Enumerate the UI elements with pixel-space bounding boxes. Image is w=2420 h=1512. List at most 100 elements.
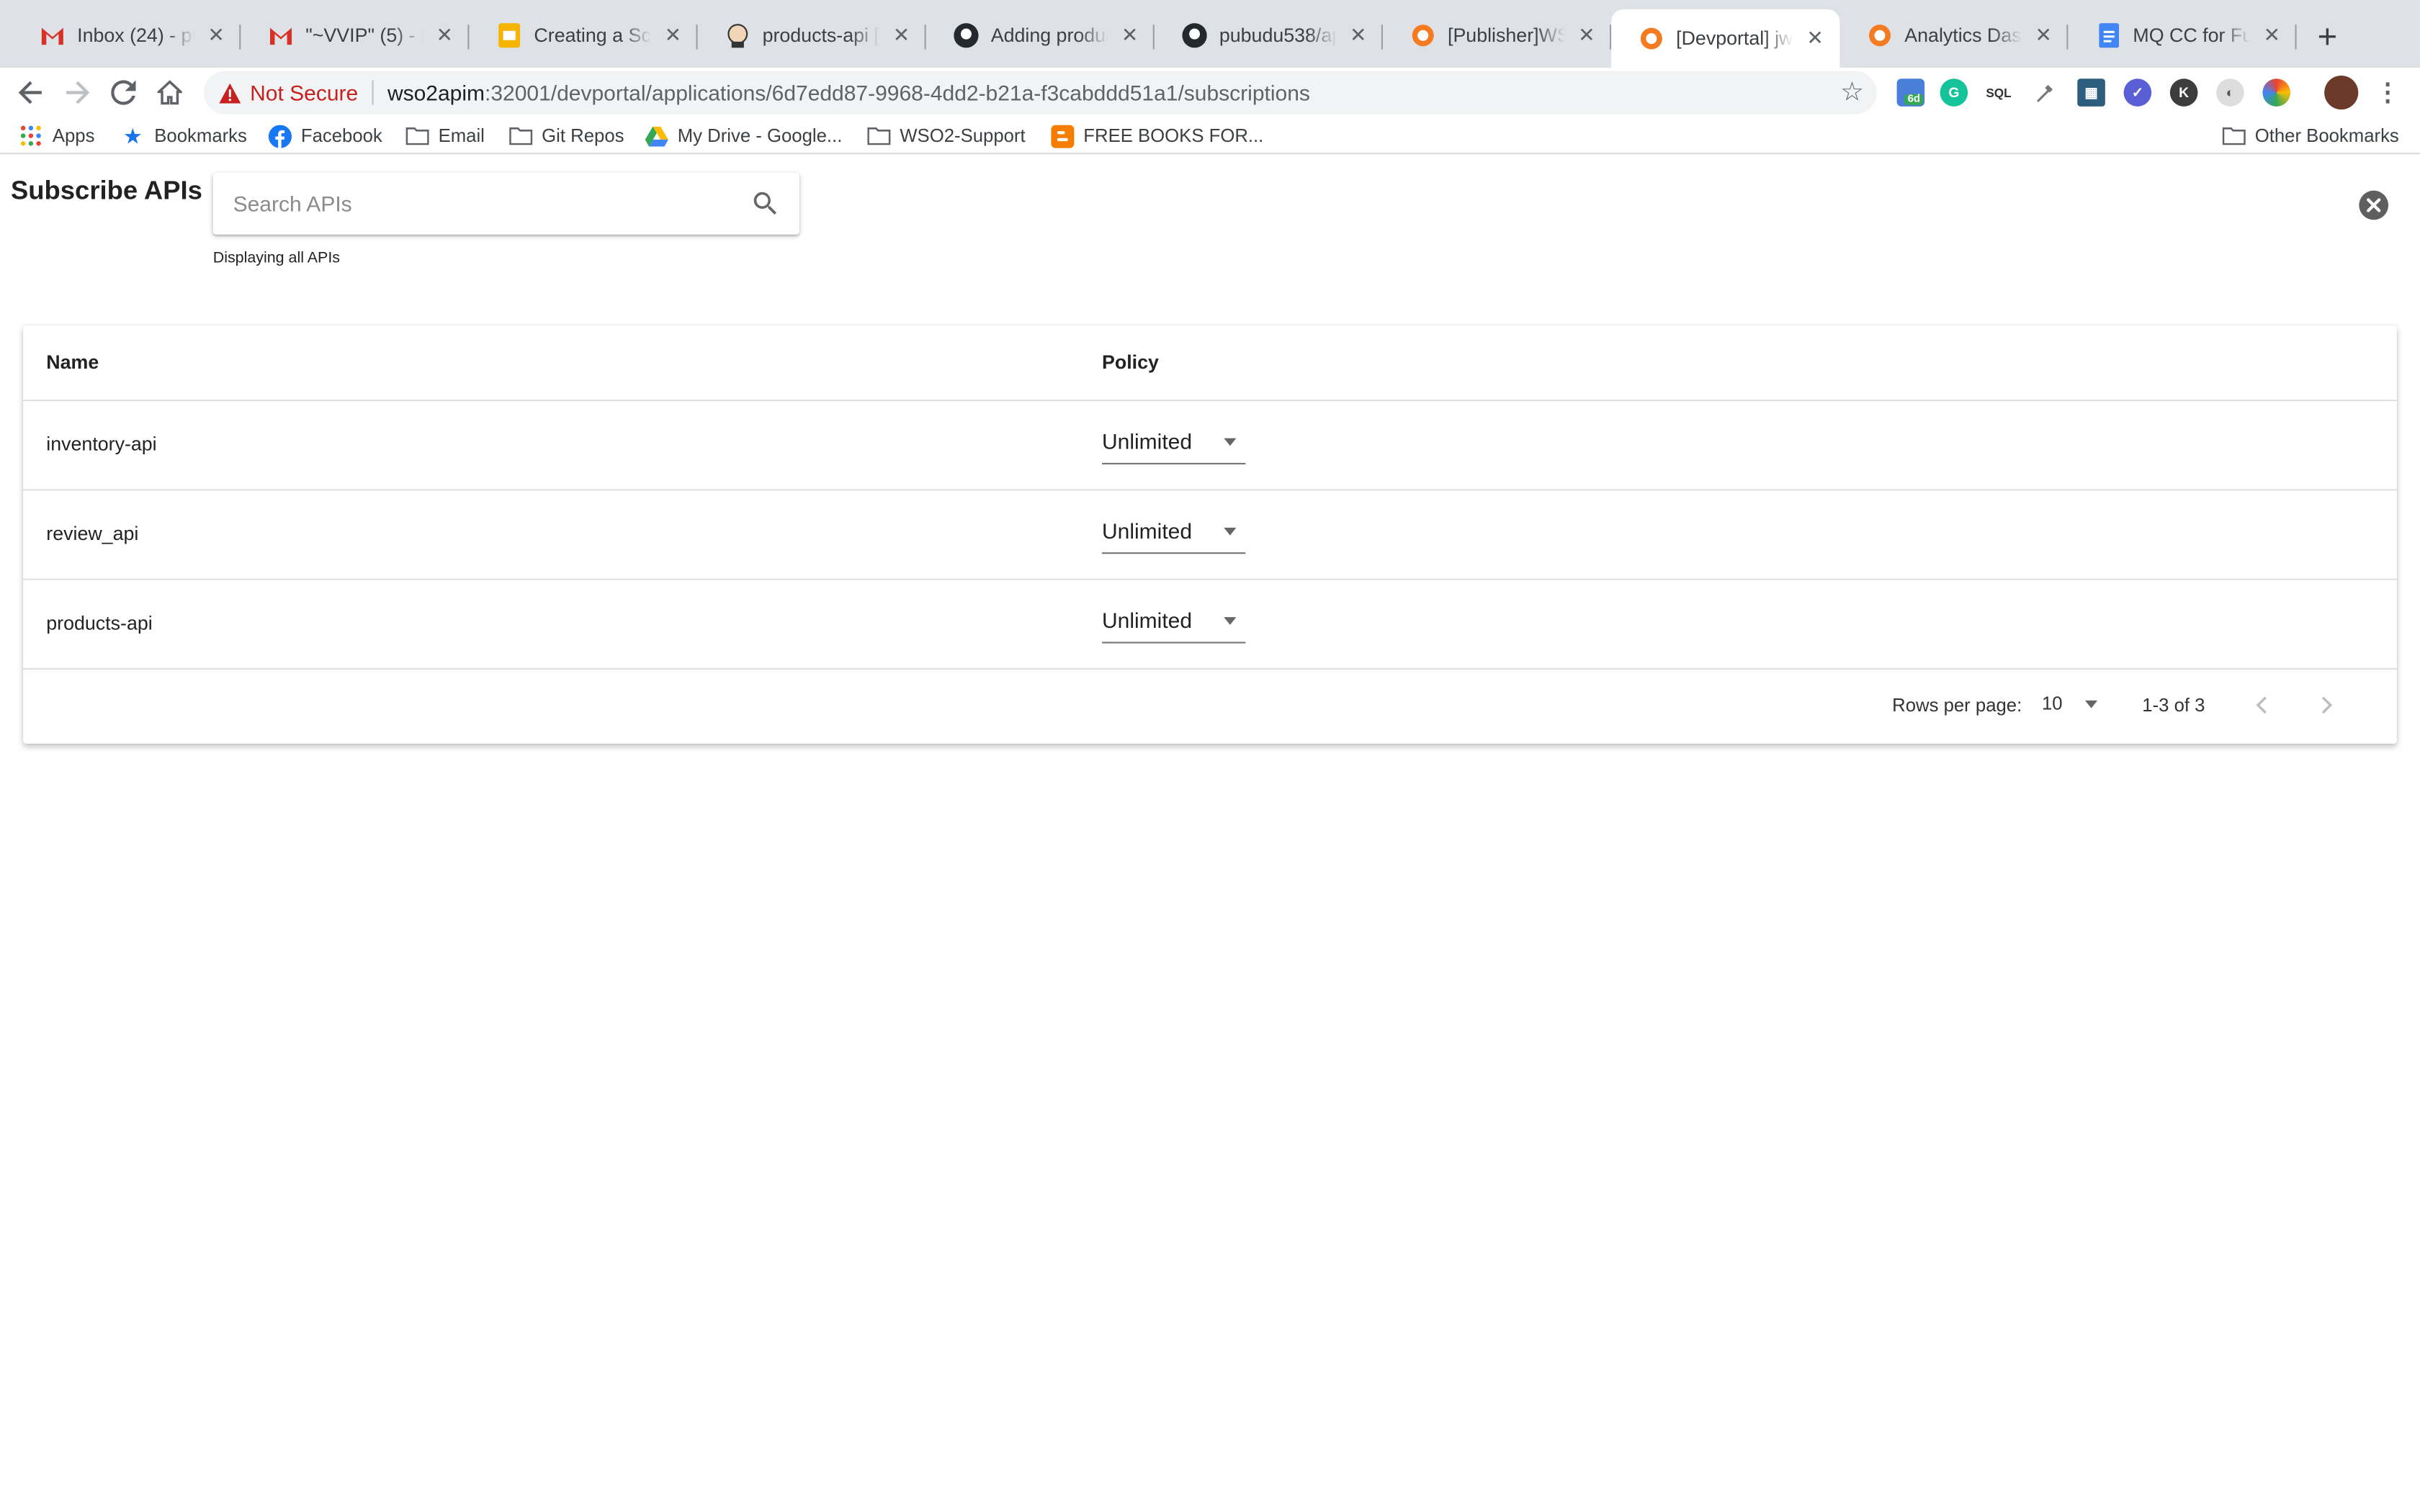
close-icon[interactable]: ✕	[2259, 23, 2284, 48]
table-row: inventory-api Unlimited	[23, 401, 2397, 491]
facebook-icon	[267, 123, 292, 148]
close-icon[interactable]: ✕	[1803, 26, 1827, 50]
security-label[interactable]: Not Secure	[250, 80, 358, 104]
forward-button[interactable]	[58, 74, 95, 111]
api-name: review_api	[46, 523, 139, 545]
eyedropper-icon[interactable]	[2031, 78, 2059, 107]
close-icon[interactable]: ✕	[2031, 23, 2056, 48]
bookmark-bookmarks[interactable]: ★ Bookmarks	[120, 122, 247, 150]
bookmark-label: Email	[438, 125, 485, 147]
browser-window: Inbox (24) - pubudu ✕ "~VVIP" (5) - pubu…	[0, 0, 2420, 1512]
bookmark-free-books[interactable]: FREE BOOKS FOR...	[1049, 122, 1263, 150]
back-arrow-icon	[18, 81, 42, 104]
pagination-range: 1-3 of 3	[2142, 694, 2205, 716]
table-header-row: Name Policy	[23, 325, 2397, 402]
policy-value: Unlimited	[1102, 518, 1193, 544]
next-page-button[interactable]	[2311, 690, 2341, 721]
rows-per-page-select[interactable]: 10	[2042, 690, 2104, 718]
tab-docs[interactable]: MQ CC for Full listing ✕	[2068, 12, 2297, 58]
close-icon[interactable]: ✕	[204, 23, 228, 48]
blogger-icon	[1049, 123, 1074, 148]
close-icon[interactable]: ✕	[1346, 23, 1371, 48]
previous-page-button[interactable]	[2247, 690, 2278, 721]
back-button[interactable]	[12, 74, 49, 111]
profile-avatar[interactable]	[2324, 76, 2359, 110]
circle-extension-icon[interactable]: ◐	[2216, 78, 2244, 107]
policy-value: Unlimited	[1102, 608, 1193, 633]
url-host: wso2apim	[387, 80, 485, 105]
bookmark-label: FREE BOOKS FOR...	[1083, 125, 1264, 147]
bookmark-my-drive[interactable]: My Drive - Google...	[644, 122, 842, 150]
bookmark-label: Apps	[52, 125, 95, 147]
grammarly-icon[interactable]: G	[1940, 78, 1968, 107]
dropdown-arrow-icon	[1224, 617, 1237, 625]
close-icon[interactable]: ✕	[660, 23, 685, 48]
tab-slides[interactable]: Creating a Scalable ✕	[469, 12, 698, 58]
wso2-icon	[1639, 26, 1664, 50]
bookmark-email[interactable]: Email	[404, 122, 485, 150]
color-picker-extension-icon[interactable]	[2262, 78, 2290, 107]
folder-icon	[866, 123, 890, 148]
close-circle-icon[interactable]	[2358, 190, 2389, 221]
tab-title: [Devportal] jwtapp	[1676, 27, 1793, 50]
reload-icon	[111, 80, 136, 105]
reload-button[interactable]	[105, 74, 142, 111]
bookmark-label: Bookmarks	[154, 125, 247, 147]
home-icon	[157, 80, 182, 105]
policy-select[interactable]: Unlimited	[1102, 605, 1246, 644]
home-button[interactable]	[151, 74, 188, 111]
search-input[interactable]	[230, 189, 730, 218]
tab-title: Analytics Dashboard	[1904, 24, 2022, 47]
bookmark-label: Git Repos	[542, 125, 624, 147]
address-bar[interactable]: Not Secure wso2apim:32001/devportal/appl…	[203, 71, 1877, 114]
rows-per-page-value: 10	[2042, 693, 2063, 715]
close-icon[interactable]: ✕	[432, 23, 457, 48]
jenkins-icon	[725, 23, 750, 48]
bookmark-apps[interactable]: Apps	[19, 122, 95, 150]
bookmark-git-repos[interactable]: Git Repos	[508, 122, 624, 150]
tab-inbox[interactable]: Inbox (24) - pubudu ✕	[12, 12, 241, 58]
new-tab-button[interactable]: +	[2309, 17, 2346, 56]
search-icon[interactable]	[750, 188, 781, 219]
bookmark-label: WSO2-Support	[900, 125, 1026, 147]
bookmark-facebook[interactable]: Facebook	[267, 122, 382, 150]
bookmark-label: Facebook	[300, 125, 382, 147]
google-drive-icon	[644, 123, 668, 148]
tab-title: Creating a Scalable	[534, 24, 651, 47]
policy-value: Unlimited	[1102, 428, 1193, 454]
github-icon	[1182, 23, 1207, 48]
folder-icon	[2221, 123, 2246, 148]
tab-github-repo[interactable]: pubudu538/api-ma ✕	[1155, 12, 1383, 58]
tab-jenkins[interactable]: products-api [WSO2 ✕	[698, 12, 926, 58]
tab-github-adding[interactable]: Adding products-api ✕	[926, 12, 1155, 58]
api-name: products-api	[46, 612, 153, 634]
policy-select[interactable]: Unlimited	[1102, 426, 1246, 464]
rows-per-page-label: Rows per page:	[1892, 694, 2022, 716]
close-icon[interactable]: ✕	[1117, 23, 1142, 48]
calendar-extension-icon[interactable]: 6d	[1896, 78, 1925, 107]
api-name: inventory-api	[46, 433, 157, 456]
tab-publisher[interactable]: [Publisher]WSO2 ✕	[1383, 12, 1612, 58]
gmail-icon	[40, 23, 65, 48]
k-extension-icon[interactable]: K	[2169, 78, 2198, 107]
checkmark-extension-icon[interactable]: ✓	[2123, 78, 2152, 107]
chevron-left-icon	[2256, 696, 2267, 714]
menu-kebab-icon[interactable]: ⋮	[2374, 78, 2402, 106]
sql-extension-icon[interactable]: SQL	[1984, 78, 2013, 107]
warning-icon[interactable]	[219, 82, 241, 104]
policy-select[interactable]: Unlimited	[1102, 516, 1246, 554]
other-bookmarks[interactable]: Other Bookmarks	[2221, 122, 2399, 150]
bookmark-wso2-support[interactable]: WSO2-Support	[866, 122, 1026, 150]
screenshot-extension-icon[interactable]: ▦	[2077, 78, 2105, 107]
close-icon[interactable]: ✕	[1574, 23, 1599, 48]
tab-vvip[interactable]: "~VVIP" (5) - pubudu ✕	[241, 12, 470, 58]
search-helper-text: Displaying all APIs	[212, 250, 340, 267]
bookmark-star-icon[interactable]: ☆	[1837, 77, 1868, 108]
tab-title: products-api [WSO2	[762, 24, 880, 47]
column-header-policy: Policy	[1102, 351, 1159, 374]
close-icon[interactable]: ✕	[889, 23, 913, 48]
tab-title: Adding products-api	[990, 24, 1108, 47]
table-row: products-api Unlimited	[23, 580, 2397, 670]
tab-analytics[interactable]: Analytics Dashboard ✕	[1839, 12, 2069, 58]
tab-devportal[interactable]: [Devportal] jwtapp ✕	[1611, 9, 1840, 68]
